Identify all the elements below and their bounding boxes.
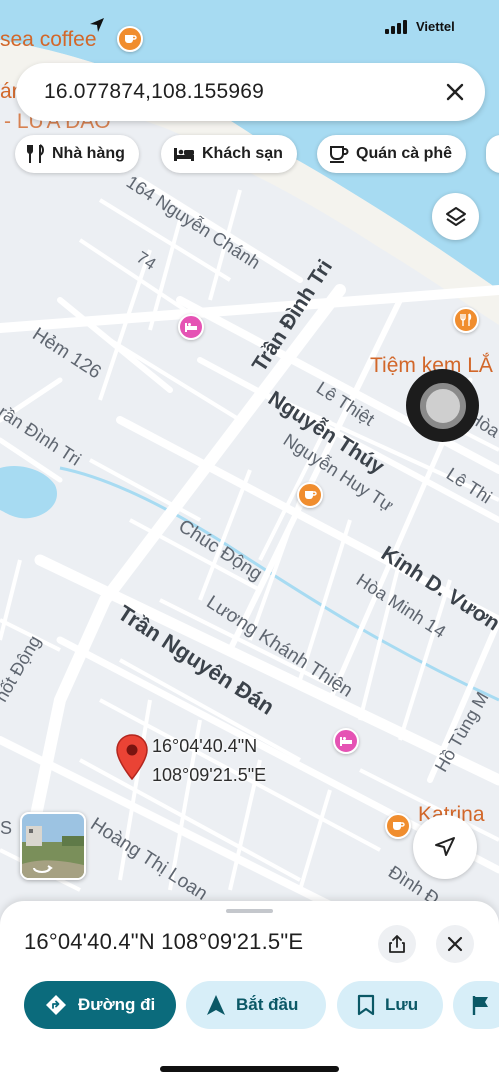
dropped-pin[interactable] [114,733,150,788]
coffee-icon [305,491,317,499]
directions-label: Đường đi [78,995,156,1014]
navigation-arrow-icon [435,837,455,856]
chip-hotels[interactable]: Khách sạn [161,135,297,173]
home-indicator[interactable] [160,1066,339,1072]
layers-icon [445,206,466,226]
share-icon [389,935,405,953]
chip-coffee[interactable]: Quán cà phê [317,135,467,173]
directions-icon [46,995,66,1015]
close-icon [446,83,464,101]
save-button[interactable]: Lưu [337,981,443,1029]
status-bar: Viettel [0,14,499,44]
bookmark-icon [357,994,375,1016]
hotel-poi-pin[interactable] [178,314,204,340]
coffee-poi-pin[interactable] [297,482,323,508]
pin-latitude-label: 16°04'40.4"N [152,736,258,756]
chip-label: Nhà hàng [52,145,125,162]
hotel-icon [340,737,352,746]
drag-handle[interactable] [226,909,273,913]
street-label-s-fragment: S [0,818,13,838]
restaurant-icon [27,144,44,163]
carrier-name: Viettel [416,19,455,34]
close-sheet-button[interactable] [436,925,474,963]
coffee-icon [393,822,405,830]
signal-strength-icon [385,20,407,34]
close-icon [447,936,463,952]
share-button[interactable] [378,925,416,963]
directions-button[interactable]: Đường đi [24,981,176,1029]
restaurant-poi-pin[interactable] [453,307,479,333]
pin-longitude-label: 108°09'21.5"E [152,765,267,785]
assistive-touch-button[interactable] [406,369,479,442]
assistive-touch-icon [419,382,466,429]
flag-icon [472,996,488,1015]
restaurant-icon [460,313,472,326]
chip-restaurants[interactable]: Nhà hàng [15,135,139,173]
search-input[interactable]: 16.077874,108.155969 [44,80,264,104]
maps-app: sea coffee ár - LỪA ĐẢO 164 Nguyễn Chánh… [0,0,499,1080]
my-location-button[interactable] [413,815,477,879]
save-label: Lưu [385,995,419,1014]
street-view-image [22,814,84,878]
start-label: Bắt đầu [236,995,299,1014]
red-pin-icon [116,734,148,781]
layers-button[interactable] [432,193,479,240]
search-box[interactable]: 16.077874,108.155969 [16,63,485,121]
clear-search-button[interactable] [441,78,469,106]
label-button[interactable] [453,981,499,1029]
coffee-icon [330,146,349,163]
chip-label: Khách sạn [202,145,283,162]
location-arrow-icon [90,18,104,32]
place-bottom-sheet[interactable]: 16°04'40.4"N 108°09'21.5"E Đường đi Bắt … [0,901,499,1080]
coffee-poi-pin[interactable] [385,813,411,839]
chip-label: Quán cà phê [356,145,453,162]
hotel-icon [174,148,194,161]
start-button[interactable]: Bắt đầu [186,981,326,1029]
hotel-poi-pin[interactable] [333,728,359,754]
hotel-icon [185,323,197,332]
place-title: 16°04'40.4"N 108°09'21.5"E [24,929,304,954]
navigation-icon [207,995,225,1015]
street-view-thumbnail[interactable] [20,812,86,880]
